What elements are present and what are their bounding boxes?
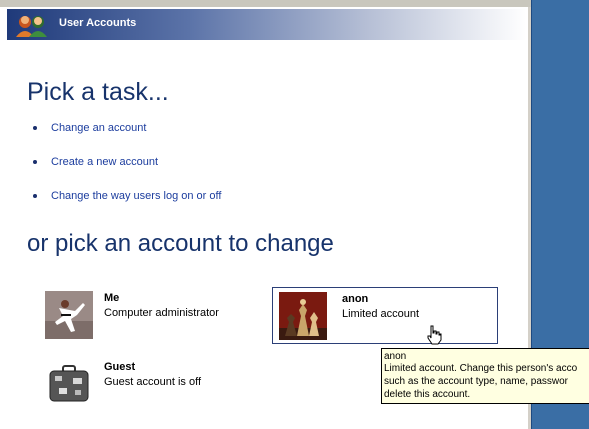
bullet [33, 194, 37, 198]
pick-task-heading: Pick a task... [27, 78, 169, 106]
suitcase-avatar [45, 360, 93, 408]
tooltip-line: delete this account. [384, 389, 471, 400]
account-name: anon [342, 293, 369, 305]
account-type: Computer administrator [104, 307, 219, 319]
bullet [33, 160, 37, 164]
tooltip-line: anon [384, 351, 407, 362]
tooltip-line: such as the account type, name, passwor [384, 376, 568, 387]
account-type: Limited account [342, 308, 420, 320]
tooltip-line: Limited account. Change this person's ac… [384, 363, 578, 374]
account-anon[interactable]: anon Limited account [272, 287, 498, 344]
chess-avatar [279, 292, 327, 340]
account-name: Guest [104, 361, 136, 373]
account-name: Me [104, 292, 120, 304]
create-account-link[interactable]: Create a new account [51, 156, 158, 168]
logon-options-link[interactable]: Change the way users log on or off [51, 190, 221, 202]
bullet [33, 126, 37, 130]
header-bar: User Accounts [7, 9, 526, 40]
user-accounts-icon [16, 16, 47, 37]
karate-avatar [45, 291, 93, 339]
account-me[interactable]: Me Computer administrator [43, 287, 267, 342]
account-type: Guest account is off [104, 376, 202, 388]
top-frame-strip [0, 0, 531, 7]
change-account-link[interactable]: Change an account [51, 122, 146, 134]
pick-account-heading: or pick an account to change [27, 230, 334, 257]
hand-cursor-icon [427, 325, 442, 345]
account-guest[interactable]: Guest Guest account is off [43, 356, 267, 411]
account-tooltip: anon Limited account. Change this person… [381, 348, 589, 404]
window-title: User Accounts [59, 17, 137, 29]
